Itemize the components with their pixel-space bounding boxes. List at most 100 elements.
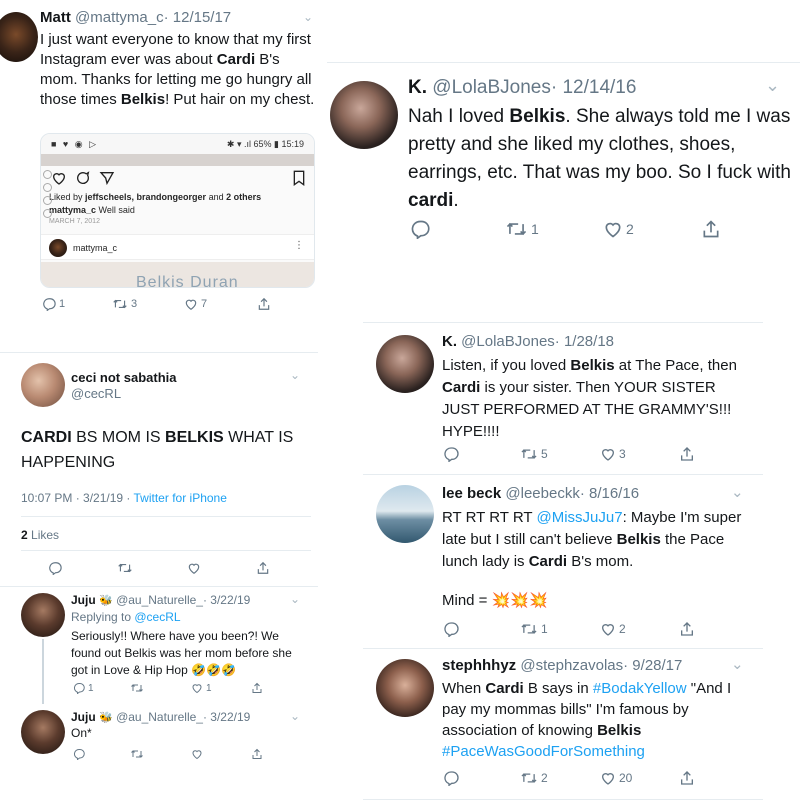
user-handle[interactable]: @au_Naturelle_ bbox=[116, 710, 203, 724]
like-button[interactable]: 3 bbox=[600, 446, 626, 462]
tweet-date[interactable]: · 12/14/16 bbox=[551, 77, 637, 98]
user-name[interactable]: stephhhyz bbox=[442, 657, 516, 674]
user-name[interactable]: K. bbox=[408, 77, 427, 98]
retweet-button[interactable] bbox=[130, 748, 144, 760]
tweet-date[interactable]: · 8/16/16 bbox=[580, 485, 639, 502]
chevron-down-icon[interactable]: ⌄ bbox=[290, 368, 300, 382]
retweet-button[interactable]: 1 bbox=[505, 219, 539, 239]
likes-count[interactable]: 2 Likes bbox=[21, 528, 59, 542]
reply-button[interactable] bbox=[48, 561, 62, 575]
user-name[interactable]: Juju bbox=[71, 593, 96, 607]
retweet-icon bbox=[131, 684, 143, 692]
like-count: 7 bbox=[201, 298, 208, 310]
like-count: 1 bbox=[206, 682, 212, 694]
share-button[interactable] bbox=[701, 219, 721, 239]
chevron-down-icon[interactable]: ⌄ bbox=[731, 483, 744, 501]
retweet-button[interactable]: 2 bbox=[520, 770, 548, 786]
more-icon[interactable]: ⋮ bbox=[294, 240, 304, 251]
share-button[interactable] bbox=[679, 770, 695, 786]
reply-button[interactable] bbox=[443, 621, 459, 637]
user-handle[interactable]: @cecRL bbox=[71, 386, 121, 401]
tweet-date[interactable]: · 3/22/19 bbox=[203, 710, 250, 724]
avatar[interactable] bbox=[21, 593, 65, 637]
like-button[interactable] bbox=[191, 748, 203, 760]
reply-button[interactable] bbox=[410, 219, 430, 239]
avatar[interactable] bbox=[330, 81, 398, 149]
retweet-count: 1 bbox=[541, 622, 548, 636]
share-button[interactable] bbox=[256, 561, 270, 575]
tweet-date[interactable]: · 3/22/19 bbox=[203, 593, 250, 607]
share-button[interactable] bbox=[257, 297, 271, 311]
tweet-date[interactable]: · 1/28/18 bbox=[555, 333, 614, 350]
user-name[interactable]: ceci not sabathia bbox=[71, 370, 176, 385]
user-handle[interactable]: @LolaBJones bbox=[461, 333, 555, 350]
hashtag-link[interactable]: #BodakYellow bbox=[593, 680, 687, 697]
retweet-button[interactable]: 1 bbox=[520, 621, 548, 637]
retweet-button[interactable] bbox=[130, 682, 144, 694]
share-button[interactable] bbox=[251, 748, 263, 760]
hashtag-link[interactable]: #PaceWasGoodForSomething bbox=[442, 743, 645, 760]
avatar[interactable] bbox=[21, 710, 65, 754]
chevron-down-icon[interactable]: ⌄ bbox=[731, 655, 744, 673]
user-handle[interactable]: @stephzavolas bbox=[520, 657, 623, 674]
chevron-down-icon[interactable]: ⌄ bbox=[290, 592, 300, 606]
reply-button[interactable]: 1 bbox=[42, 297, 65, 311]
user-handle[interactable]: @leebeckk bbox=[505, 485, 579, 502]
avatar[interactable] bbox=[376, 659, 434, 717]
user-name[interactable]: lee beck bbox=[442, 485, 501, 502]
tweet-header: K. @LolaBJones· 1/28/18 bbox=[442, 333, 614, 350]
like-button[interactable]: 2 bbox=[600, 621, 626, 637]
reply-button[interactable] bbox=[443, 446, 459, 462]
chevron-down-icon[interactable]: ⌄ bbox=[765, 75, 780, 96]
tweet-date[interactable]: · 9/28/17 bbox=[623, 657, 682, 674]
reply-button[interactable]: 1 bbox=[73, 682, 94, 694]
tweet-header: lee beck @leebeckk· 8/16/16 bbox=[442, 485, 639, 502]
share-button[interactable] bbox=[679, 621, 695, 637]
instagram-screenshot[interactable]: ■ ♥ ◉ ▷ ✱ ▾ .ıl 65% ▮ 15:19 Liked by jef… bbox=[40, 133, 315, 288]
avatar[interactable] bbox=[376, 335, 434, 393]
source-link[interactable]: Twitter for iPhone bbox=[134, 491, 227, 505]
tweet-text: When Cardi B says in #BodakYellow "And I… bbox=[442, 680, 732, 760]
user-name[interactable]: K. bbox=[442, 333, 457, 350]
share-icon[interactable] bbox=[99, 170, 115, 186]
reply-button[interactable] bbox=[73, 748, 85, 760]
retweet-button[interactable]: 3 bbox=[112, 297, 137, 311]
bookmark-icon[interactable] bbox=[292, 170, 306, 186]
like-button[interactable] bbox=[187, 561, 201, 575]
like-button[interactable]: 1 bbox=[191, 682, 212, 694]
user-handle[interactable]: @au_Naturelle_ bbox=[116, 593, 203, 607]
retweet-icon bbox=[521, 449, 537, 459]
comment-user: mattyma_c bbox=[73, 243, 118, 253]
comment-icon[interactable] bbox=[75, 170, 91, 186]
user-handle[interactable]: @LolaBJones bbox=[432, 77, 551, 98]
share-icon bbox=[681, 771, 693, 785]
retweet-icon bbox=[521, 624, 537, 634]
reply-icon bbox=[74, 748, 85, 760]
tweet-text: Nah I loved Belkis. She always told me I… bbox=[408, 106, 791, 211]
tweet-date[interactable]: · 12/15/17 bbox=[164, 9, 232, 26]
like-button[interactable]: 2 bbox=[603, 219, 634, 239]
chevron-down-icon[interactable]: ⌄ bbox=[290, 709, 300, 723]
share-button[interactable] bbox=[679, 446, 695, 462]
share-button[interactable] bbox=[251, 682, 263, 694]
user-name[interactable]: Matt bbox=[40, 9, 71, 26]
mention-link[interactable]: @MissJuJu7 bbox=[536, 509, 622, 526]
avatar[interactable] bbox=[0, 12, 38, 62]
like-button[interactable]: 20 bbox=[600, 770, 632, 786]
retweet-button[interactable]: 5 bbox=[520, 446, 548, 462]
ceci-tweet: ceci not sabathia @cecRL ⌄ CARDI BS MOM … bbox=[0, 352, 318, 584]
avatar[interactable] bbox=[21, 363, 65, 407]
replying-to-link[interactable]: @cecRL bbox=[134, 610, 180, 624]
collision-emoji: 💥💥💥 bbox=[491, 592, 548, 609]
user-name[interactable]: Juju bbox=[71, 710, 96, 724]
avatar[interactable] bbox=[376, 485, 434, 543]
like-count: 2 bbox=[626, 221, 634, 237]
chevron-down-icon[interactable]: ⌄ bbox=[303, 10, 313, 24]
retweet-button[interactable] bbox=[117, 561, 133, 575]
photo-preview: Belkis Duran bbox=[41, 262, 314, 287]
heart-icon[interactable] bbox=[51, 170, 67, 186]
share-icon bbox=[257, 561, 269, 574]
like-button[interactable]: 7 bbox=[184, 297, 207, 311]
user-handle[interactable]: @mattyma_c bbox=[75, 9, 164, 26]
reply-button[interactable] bbox=[443, 770, 459, 786]
